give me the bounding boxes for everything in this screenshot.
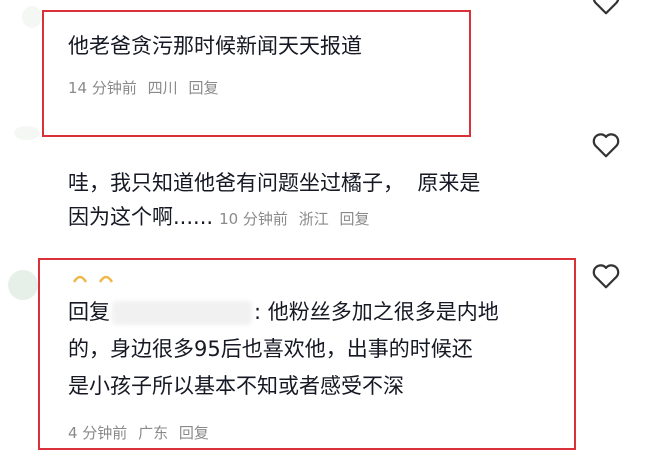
comment-2-meta: 10 分钟前 浙江 回复 — [219, 208, 375, 229]
comment-2-line-2: 因为这个啊...... 10 分钟前 浙江 回复 — [68, 201, 376, 234]
comment-2-time: 10 分钟前 — [219, 210, 288, 228]
comment-3-location: 广东 — [138, 424, 169, 442]
comment-3-reply-button[interactable]: 回复 — [179, 424, 209, 442]
avatar — [8, 270, 38, 300]
comment-3-time: 4 分钟前 — [68, 424, 128, 442]
comment-2-text-line-1: 哇，我只知道他爸有问题坐过橘子， 原来是 — [68, 171, 481, 195]
like-heart-icon[interactable] — [591, 262, 621, 290]
comment-3-text-line-1: : 他粉丝多加之很多是内地 — [254, 300, 499, 324]
avatar — [22, 6, 42, 28]
comment-3-text-line-3: 是小孩子所以基本不知或者感受不深 — [68, 374, 404, 398]
comment-3-text-line-2: 的，身边很多95后也喜欢他，出事的时候还 — [68, 337, 473, 361]
like-heart-icon[interactable] — [591, 0, 621, 16]
avatar — [14, 126, 40, 140]
comment-2-reply-button[interactable]: 回复 — [340, 210, 370, 228]
comment-1-reply-button[interactable]: 回复 — [188, 79, 218, 97]
comment-1-meta: 14 分钟前 四川 回复 — [68, 77, 224, 98]
comment-3-line-1: 回复 : 他粉丝多加之很多是内地 — [68, 296, 499, 329]
reply-prefix: 回复 — [68, 300, 110, 324]
like-heart-icon[interactable] — [591, 131, 621, 159]
comment-1-text: 他老爸贪污那时候新闻天天报道 — [68, 34, 362, 58]
comment-1-location: 四川 — [147, 79, 178, 97]
comment-3-meta: 4 分钟前 广东 回复 — [68, 422, 215, 443]
username-fragment — [72, 275, 114, 283]
comment-1-time: 14 分钟前 — [68, 79, 137, 97]
comment-2-location: 浙江 — [298, 210, 329, 228]
comment-2-text-line-2: 因为这个啊...... — [68, 205, 214, 229]
blurred-username — [112, 300, 252, 325]
